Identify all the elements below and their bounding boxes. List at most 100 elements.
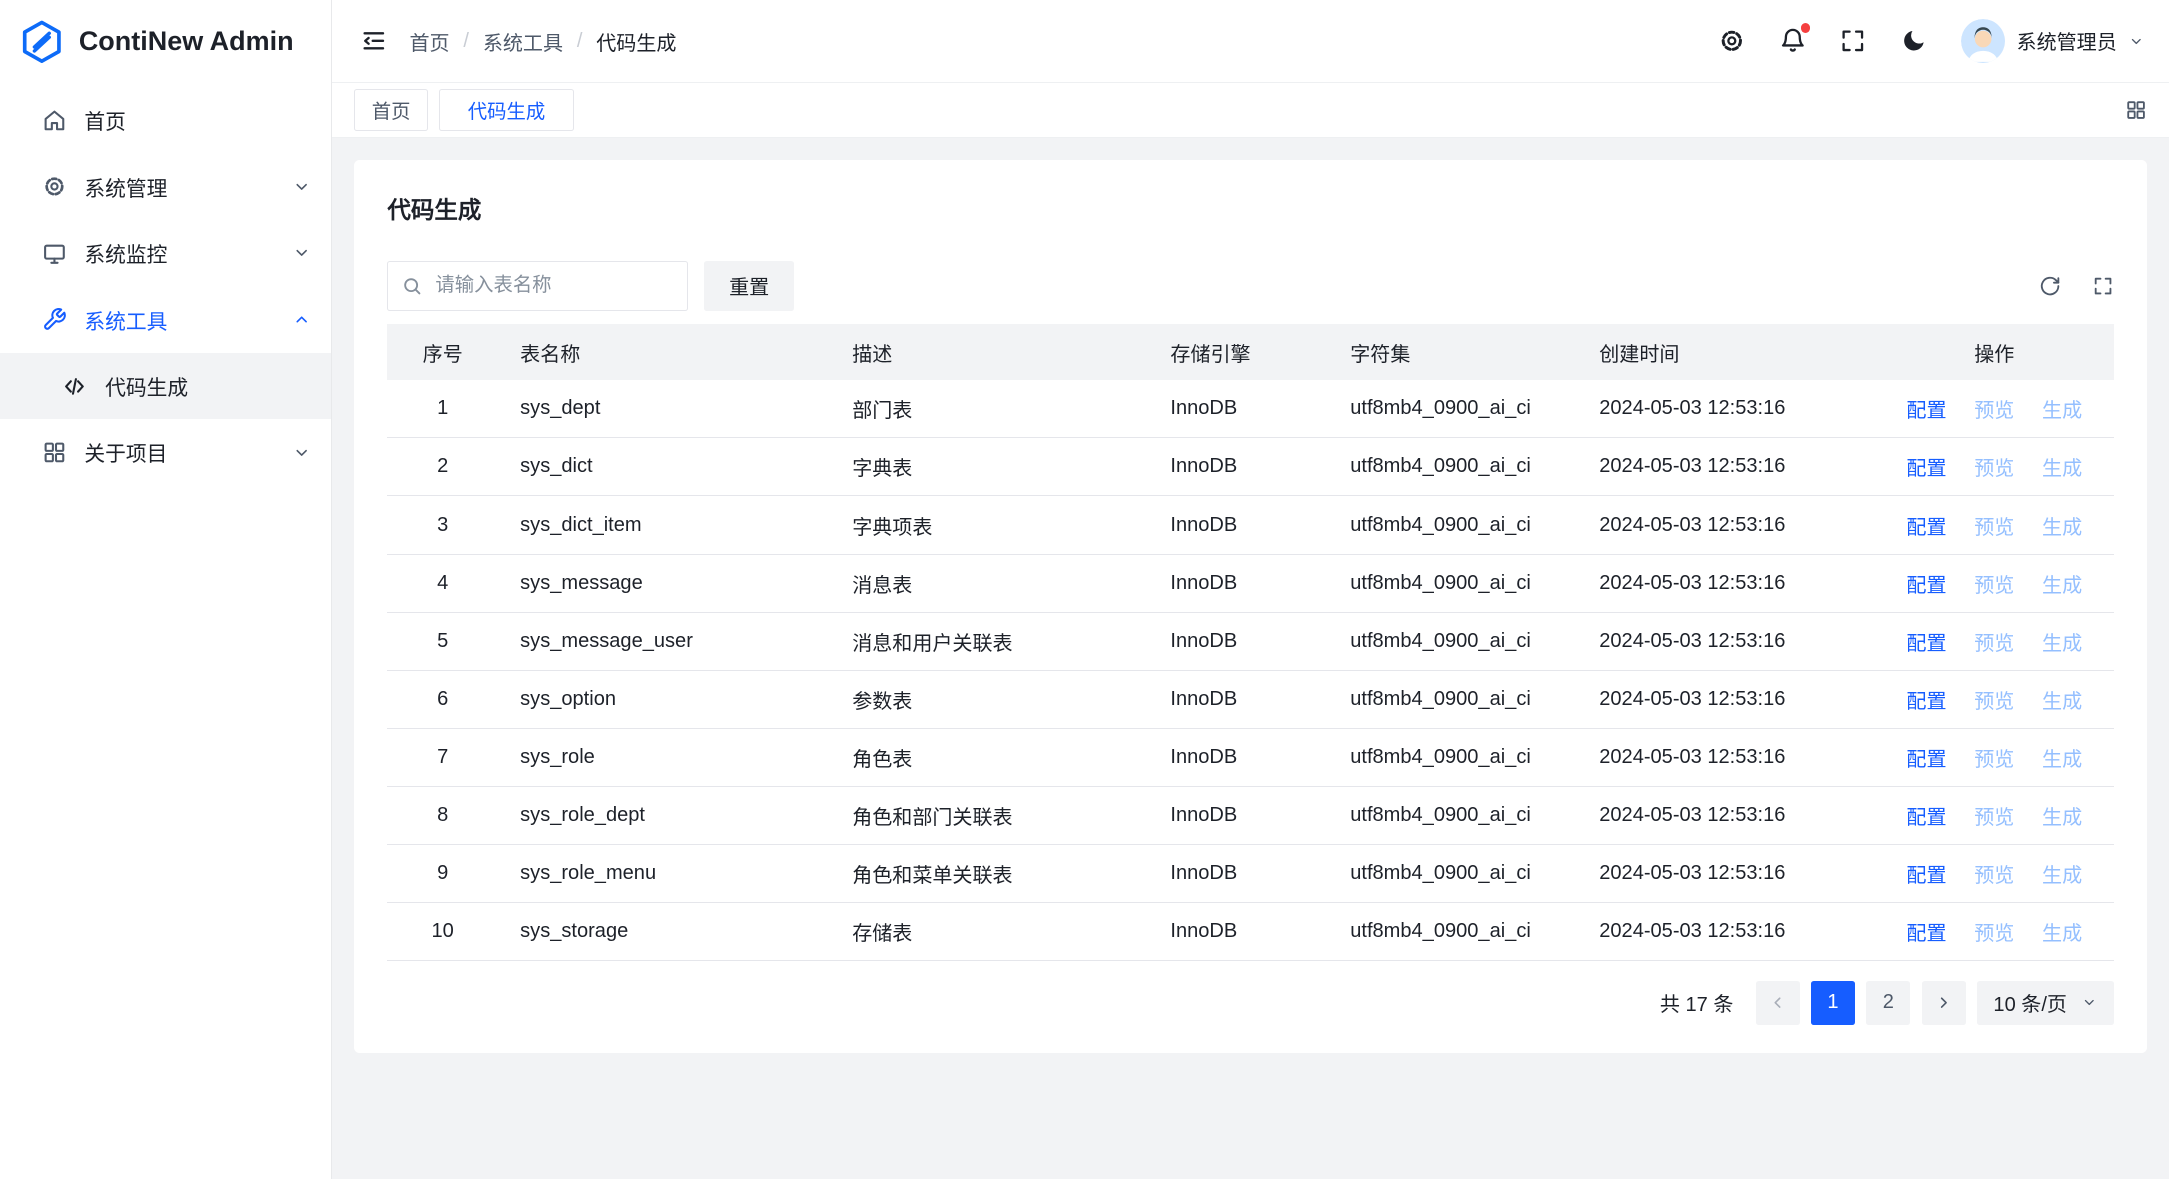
chevron-left-icon: [1768, 993, 1787, 1012]
pagination-page-2-button[interactable]: 2: [1866, 981, 1910, 1025]
sidebar-item-code-generation[interactable]: 代码生成: [0, 353, 331, 419]
content-area: 代码生成 重置: [332, 138, 2169, 1178]
configure-link[interactable]: 配置: [1906, 400, 1946, 422]
refresh-button[interactable]: [2039, 275, 2061, 297]
cell-created-at: 2024-05-03 12:53:16: [1577, 845, 1874, 903]
tab-code-generation[interactable]: 代码生成: [439, 89, 574, 131]
notifications-button[interactable]: [1779, 27, 1807, 55]
tab-home[interactable]: 首页: [354, 89, 428, 131]
preview-link[interactable]: 预览: [1974, 400, 2014, 422]
pagination-prev-button[interactable]: [1756, 981, 1800, 1025]
generate-link[interactable]: 生成: [2042, 400, 2082, 422]
table-row: 6 sys_option 参数表 InnoDB utf8mb4_0900_ai_…: [387, 670, 2114, 728]
cell-actions: 配置 预览 生成: [1875, 612, 2114, 670]
generate-link[interactable]: 生成: [2042, 517, 2082, 539]
column-header-table-name: 表名称: [498, 324, 830, 379]
sidebar-item-system-tools[interactable]: 系统工具: [0, 286, 331, 352]
user-menu[interactable]: 系统管理员: [1961, 19, 2144, 63]
cell-engine: InnoDB: [1148, 438, 1328, 496]
configure-link[interactable]: 配置: [1906, 517, 1946, 539]
breadcrumb-system-tools[interactable]: 系统工具: [483, 27, 563, 56]
table-header-row: 序号 表名称 描述 存储引擎 字符集 创建时间 操作: [387, 324, 2114, 379]
preview-link[interactable]: 预览: [1974, 458, 2014, 480]
app-title: ContiNew Admin: [79, 26, 294, 57]
app-window: ContiNew Admin 首页 系统管理 系统监控 系统工具: [0, 0, 2169, 1179]
sidebar-item-label: 系统监控: [84, 238, 292, 268]
sidebar-menu: 首页 系统管理 系统监控 系统工具 代码生成: [0, 83, 331, 486]
pagination-next-button[interactable]: [1922, 981, 1966, 1025]
reset-button[interactable]: 重置: [704, 261, 794, 311]
generate-link[interactable]: 生成: [2042, 865, 2082, 887]
column-header-charset: 字符集: [1328, 324, 1577, 379]
cell-created-at: 2024-05-03 12:53:16: [1577, 786, 1874, 844]
table-row: 10 sys_storage 存储表 InnoDB utf8mb4_0900_a…: [387, 903, 2114, 961]
generate-link[interactable]: 生成: [2042, 633, 2082, 655]
sidebar-item-about-project[interactable]: 关于项目: [0, 419, 331, 485]
preview-link[interactable]: 预览: [1974, 691, 2014, 713]
monitor-icon: [42, 241, 67, 266]
settings-button[interactable]: [1718, 27, 1746, 55]
table-body: 1 sys_dept 部门表 InnoDB utf8mb4_0900_ai_ci…: [387, 380, 2114, 961]
pagination-total: 共 17 条: [1660, 988, 1734, 1017]
preview-link[interactable]: 预览: [1974, 865, 2014, 887]
configure-link[interactable]: 配置: [1906, 691, 1946, 713]
cell-engine: InnoDB: [1148, 786, 1328, 844]
configure-link[interactable]: 配置: [1906, 923, 1946, 945]
column-header-actions: 操作: [1875, 324, 2114, 379]
cell-index: 9: [387, 845, 498, 903]
breadcrumb-home[interactable]: 首页: [409, 27, 449, 56]
logo-icon: [19, 19, 65, 65]
cell-index: 4: [387, 554, 498, 612]
refresh-icon: [2039, 275, 2061, 297]
preview-link[interactable]: 预览: [1974, 517, 2014, 539]
pagination-page-1-button[interactable]: 1: [1811, 981, 1855, 1025]
configure-link[interactable]: 配置: [1906, 575, 1946, 597]
pagination: 共 17 条 1 2 10 条/页: [387, 981, 2114, 1025]
grid-icon: [2125, 99, 2147, 121]
expand-icon: [2092, 275, 2114, 297]
generate-link[interactable]: 生成: [2042, 691, 2082, 713]
chevron-down-icon: [2128, 33, 2145, 50]
tab-actions-button[interactable]: [2125, 99, 2147, 121]
table-tools: [2039, 275, 2114, 297]
generate-link[interactable]: 生成: [2042, 923, 2082, 945]
search-input[interactable]: [387, 261, 687, 311]
fullscreen-icon: [1839, 27, 1867, 55]
configure-link[interactable]: 配置: [1906, 865, 1946, 887]
dark-mode-button[interactable]: [1900, 27, 1928, 55]
sidebar-item-system-management[interactable]: 系统管理: [0, 154, 331, 220]
generate-link[interactable]: 生成: [2042, 575, 2082, 597]
fullscreen-button[interactable]: [1839, 27, 1867, 55]
cell-description: 消息和用户关联表: [830, 612, 1148, 670]
sidebar-item-system-monitor[interactable]: 系统监控: [0, 220, 331, 286]
generate-link[interactable]: 生成: [2042, 458, 2082, 480]
code-generation-card: 代码生成 重置: [354, 160, 2147, 1052]
generate-link[interactable]: 生成: [2042, 807, 2082, 829]
logo[interactable]: ContiNew Admin: [0, 0, 331, 83]
wrench-icon: [42, 307, 67, 332]
preview-link[interactable]: 预览: [1974, 633, 2014, 655]
preview-link[interactable]: 预览: [1974, 923, 2014, 945]
collapse-sidebar-button[interactable]: [360, 27, 388, 55]
sidebar-item-label: 系统工具: [84, 305, 292, 335]
page-size-select[interactable]: 10 条/页: [1977, 981, 2114, 1025]
sidebar-item-home[interactable]: 首页: [0, 87, 331, 153]
preview-link[interactable]: 预览: [1974, 807, 2014, 829]
cell-created-at: 2024-05-03 12:53:16: [1577, 380, 1874, 438]
cell-description: 角色表: [830, 728, 1148, 786]
preview-link[interactable]: 预览: [1974, 749, 2014, 771]
chevron-down-icon: [292, 443, 311, 462]
preview-link[interactable]: 预览: [1974, 575, 2014, 597]
configure-link[interactable]: 配置: [1906, 633, 1946, 655]
cell-description: 消息表: [830, 554, 1148, 612]
cell-actions: 配置 预览 生成: [1875, 845, 2114, 903]
cell-table-name: sys_option: [498, 670, 830, 728]
configure-link[interactable]: 配置: [1906, 749, 1946, 771]
cell-charset: utf8mb4_0900_ai_ci: [1328, 786, 1577, 844]
cell-charset: utf8mb4_0900_ai_ci: [1328, 903, 1577, 961]
table-fullscreen-button[interactable]: [2092, 275, 2114, 297]
chevron-up-icon: [292, 310, 311, 329]
configure-link[interactable]: 配置: [1906, 807, 1946, 829]
generate-link[interactable]: 生成: [2042, 749, 2082, 771]
configure-link[interactable]: 配置: [1906, 458, 1946, 480]
